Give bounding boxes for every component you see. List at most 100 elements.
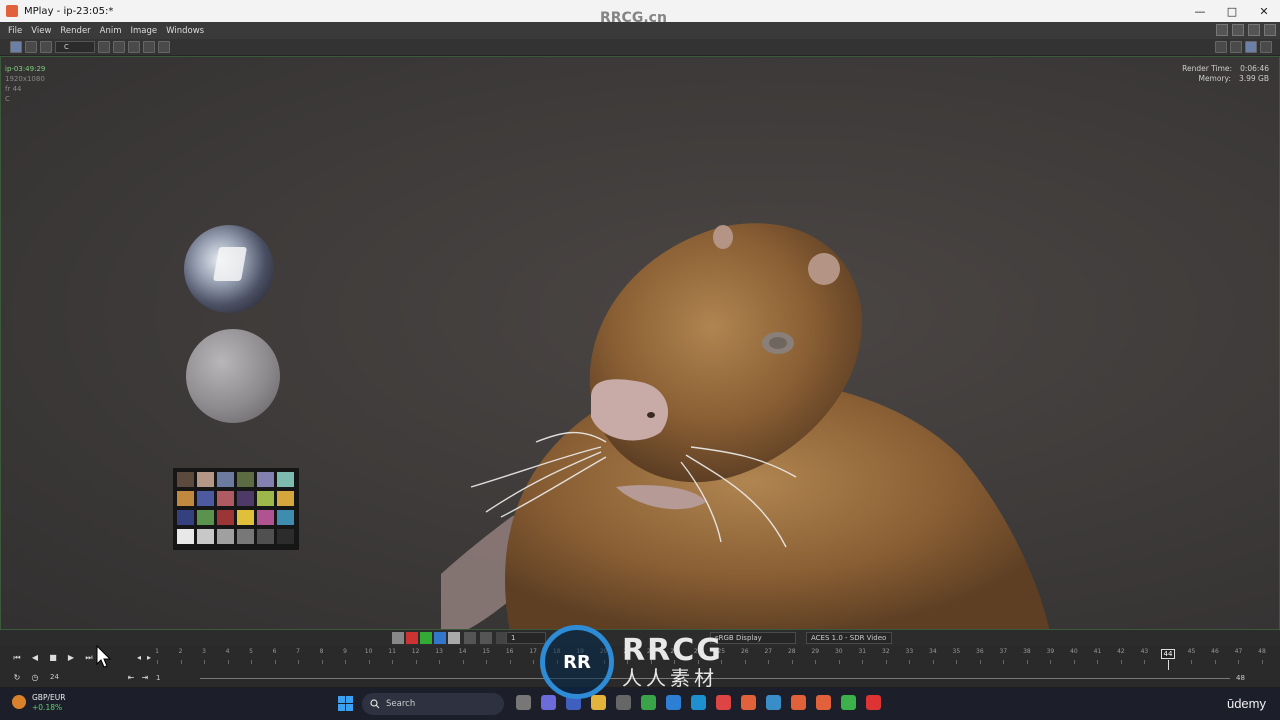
tile-icon[interactable]: [1230, 41, 1242, 53]
channel-rgb-icon[interactable]: [392, 632, 404, 644]
range-end-field[interactable]: 48: [1236, 674, 1245, 682]
timeline-tick: [227, 660, 229, 664]
houdini-fx-icon[interactable]: [791, 695, 806, 710]
display-select[interactable]: sRGB Display: [710, 632, 796, 644]
timeline-tick-label: 33: [905, 648, 914, 655]
timeline-tick-label: 8: [319, 648, 324, 655]
menu-file[interactable]: File: [8, 26, 22, 36]
gamma-icon[interactable]: [480, 632, 492, 644]
snapshot-icon[interactable]: [1232, 24, 1244, 36]
recorder-icon[interactable]: [866, 695, 881, 710]
timeline-tick-label: 47: [1234, 648, 1243, 655]
fps-field[interactable]: 24: [50, 673, 59, 681]
menu-view[interactable]: View: [31, 26, 51, 36]
color-swatch: [217, 510, 234, 525]
timeline-tick-label: 46: [1211, 648, 1219, 655]
channel-alpha-icon[interactable]: [448, 632, 460, 644]
ticker-icon: [12, 695, 26, 709]
ticker-value: +0.18%: [32, 703, 63, 712]
menu-anim[interactable]: Anim: [100, 26, 122, 36]
minimize-button[interactable]: —: [1184, 0, 1216, 22]
timeline-tick: [1144, 660, 1146, 664]
fit-icon[interactable]: [143, 41, 155, 53]
grid-icon[interactable]: [1215, 41, 1227, 53]
channel-select[interactable]: C: [55, 41, 95, 53]
current-frame-indicator[interactable]: 44: [1160, 649, 1175, 659]
timeline-tick: [885, 660, 887, 664]
timeline-tick: [909, 660, 911, 664]
rrcg-mark: RR: [540, 625, 614, 699]
render-name: ip-03:49:29: [5, 65, 46, 73]
timeline-tick: [1073, 660, 1075, 664]
range-end-icon[interactable]: ⇥: [138, 672, 152, 684]
timeline-tick-label: 15: [482, 648, 490, 655]
color-swatch: [217, 491, 234, 506]
color-swatch: [197, 510, 214, 525]
zoom-out-icon[interactable]: [113, 41, 125, 53]
timeline-tick-label: 34: [929, 648, 937, 655]
loop-icon[interactable]: ↻: [10, 672, 24, 684]
channel-blue-icon[interactable]: [434, 632, 446, 644]
render-time-value: 0:06:46: [1240, 64, 1269, 73]
houdini-icon[interactable]: [741, 695, 756, 710]
timeline-tick: [956, 660, 958, 664]
channel-red-icon[interactable]: [406, 632, 418, 644]
range-start-field[interactable]: 1: [156, 674, 160, 682]
play-forward-button[interactable]: ▶: [64, 652, 78, 664]
compare-view-icon[interactable]: [40, 41, 52, 53]
capybara-render: [441, 223, 1050, 629]
zoom-in-icon[interactable]: [98, 41, 110, 53]
play-backward-button[interactable]: ◀: [28, 652, 42, 664]
render-viewport[interactable]: ip-03:49:29 1920x1080 fr 44 C Render Tim…: [0, 56, 1280, 630]
windows-start-icon[interactable]: [338, 696, 353, 711]
menu-render[interactable]: Render: [60, 26, 90, 36]
timeline-tick-label: 27: [764, 648, 773, 655]
timeline-tick-label: 28: [787, 648, 796, 655]
maximize-button[interactable]: □: [1216, 0, 1248, 22]
goto-start-button[interactable]: ⏮: [10, 652, 24, 664]
mplay-icon[interactable]: [816, 695, 831, 710]
color-swatch: [277, 529, 294, 544]
watermark-top: RRCG.cn: [600, 10, 667, 26]
task-view-icon[interactable]: [516, 695, 531, 710]
color-wheel-icon[interactable]: [464, 632, 476, 644]
timeline-tick: [1050, 660, 1052, 664]
single-view-icon[interactable]: [10, 41, 22, 53]
timeline-tick: [533, 660, 535, 664]
close-button[interactable]: ✕: [1248, 0, 1280, 22]
menu-image[interactable]: Image: [131, 26, 158, 36]
camtasia-icon[interactable]: [841, 695, 856, 710]
view-transform-select[interactable]: ACES 1.0 - SDR Video: [806, 632, 892, 644]
timeline-tick: [1238, 660, 1240, 664]
timeline-tick-label: 35: [952, 648, 961, 655]
timeline-tick-label: 4: [225, 648, 230, 655]
timeline-tick: [932, 660, 934, 664]
realtime-icon[interactable]: ◷: [28, 672, 42, 684]
layout-icon[interactable]: [1216, 24, 1228, 36]
ticker-title: GBP/EUR: [32, 693, 66, 702]
widget-ticker[interactable]: GBP/EUR +0.18%: [12, 693, 65, 713]
taskbar-search[interactable]: Search: [362, 693, 504, 715]
exposure-minus-icon[interactable]: [496, 632, 506, 644]
stop-button[interactable]: ■: [46, 652, 60, 664]
substance-icon[interactable]: [766, 695, 781, 710]
timeline-tick: [815, 660, 817, 664]
pin-icon[interactable]: [1248, 24, 1260, 36]
window-title: MPlay - ip-23:05:*: [24, 5, 114, 17]
render-frame: fr 44: [5, 85, 22, 93]
split-view-icon[interactable]: [25, 41, 37, 53]
timeline-tick-label: 13: [435, 648, 443, 655]
range-start-icon[interactable]: ⇤: [124, 672, 138, 684]
menu-windows[interactable]: Windows: [166, 26, 204, 36]
layout-quad-icon[interactable]: [1260, 41, 1272, 53]
info-icon[interactable]: [158, 41, 170, 53]
timeline-tick-label: 31: [858, 648, 867, 655]
home-icon[interactable]: [128, 41, 140, 53]
close-pane-icon[interactable]: [1264, 24, 1276, 36]
timeline-tick: [1026, 660, 1028, 664]
goto-end-button[interactable]: ⏭: [82, 652, 96, 664]
layout-single-icon[interactable]: [1245, 41, 1257, 53]
memory-value: 3.99 GB: [1238, 74, 1269, 83]
channel-green-icon[interactable]: [420, 632, 432, 644]
timeline-tick: [486, 660, 488, 664]
